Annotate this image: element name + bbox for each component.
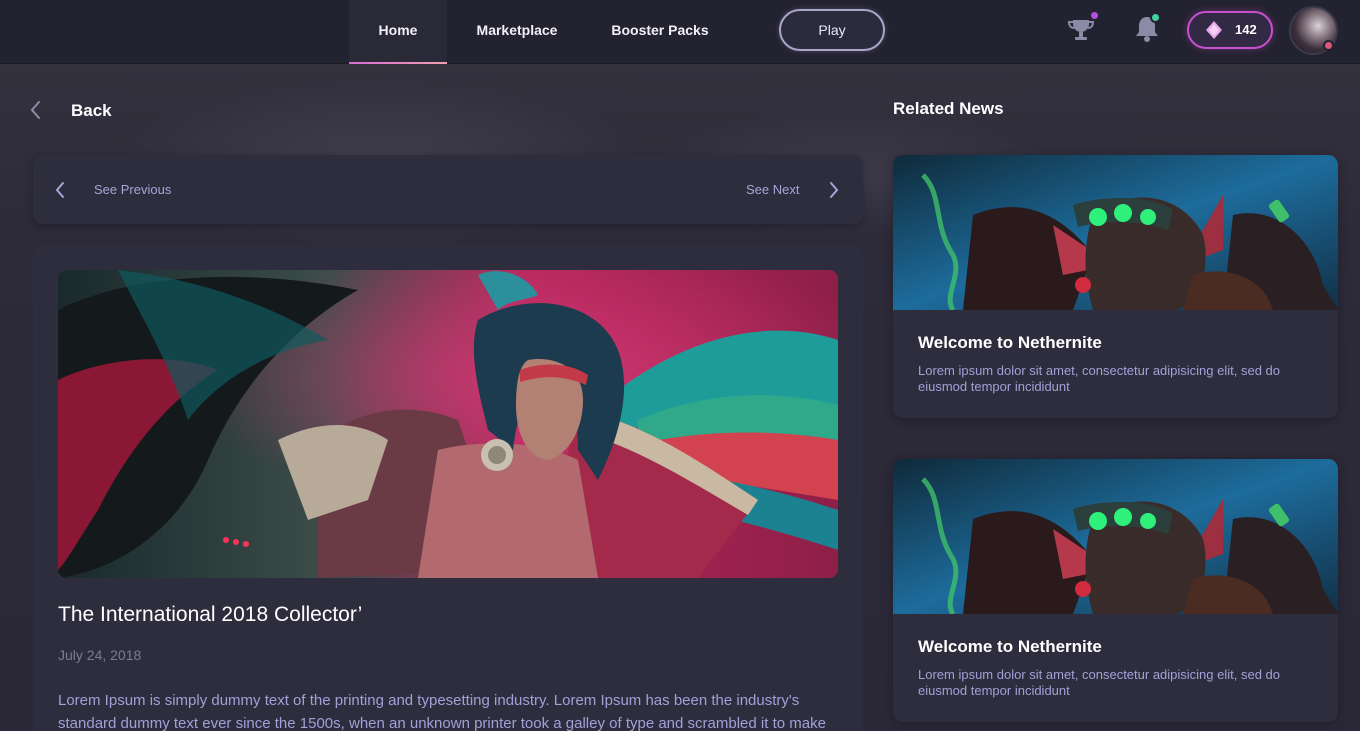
article-date: July 24, 2018 xyxy=(58,647,142,663)
top-navigation: Home Marketplace Booster Packs Play 142 xyxy=(0,0,1360,64)
news-title: Welcome to Nethernite xyxy=(918,333,1102,352)
trophy-button[interactable] xyxy=(1064,10,1100,46)
nav-marketplace[interactable]: Marketplace xyxy=(460,0,574,64)
related-news-heading: Related News xyxy=(893,99,1004,118)
bell-notification-dot xyxy=(1150,12,1161,23)
see-previous-label: See Previous xyxy=(94,182,172,197)
nav-home[interactable]: Home xyxy=(349,0,447,64)
play-button[interactable]: Play xyxy=(779,9,885,51)
avatar[interactable] xyxy=(1289,6,1338,55)
chevron-right-icon xyxy=(830,182,839,198)
article-body: Lorem Ipsum is simply dummy text of the … xyxy=(58,692,826,731)
article-card: The International 2018 Collector’ July 2… xyxy=(33,245,863,731)
chevron-left-icon xyxy=(55,182,64,198)
trophy-notification-dot xyxy=(1089,10,1100,21)
news-image xyxy=(893,155,1338,310)
article-hero-image xyxy=(58,270,838,578)
article-pager: See Previous See Next xyxy=(33,155,863,224)
avatar-status-dot xyxy=(1323,40,1334,51)
see-previous-button[interactable]: See Previous xyxy=(51,155,201,224)
nav-booster-packs[interactable]: Booster Packs xyxy=(602,0,718,64)
gem-icon xyxy=(1206,21,1222,39)
chevron-left-icon xyxy=(30,101,40,119)
back-label: Back xyxy=(71,101,112,120)
news-title: Welcome to Nethernite xyxy=(918,637,1102,656)
news-description: Lorem ipsum dolor sit amet, consectetur … xyxy=(918,363,1281,394)
see-next-button[interactable]: See Next xyxy=(733,155,848,224)
notifications-button[interactable] xyxy=(1130,12,1164,46)
news-card[interactable]: Welcome to Nethernite Lorem ipsum dolor … xyxy=(893,155,1338,418)
see-next-label: See Next xyxy=(746,182,800,197)
article-title: The International 2018 Collector’ xyxy=(58,603,363,626)
news-description: Lorem ipsum dolor sit amet, consectetur … xyxy=(918,667,1281,698)
gem-count: 142 xyxy=(1235,22,1257,37)
news-image xyxy=(893,459,1338,614)
gem-balance[interactable]: 142 xyxy=(1187,11,1273,49)
news-card[interactable]: Welcome to Nethernite Lorem ipsum dolor … xyxy=(893,459,1338,722)
